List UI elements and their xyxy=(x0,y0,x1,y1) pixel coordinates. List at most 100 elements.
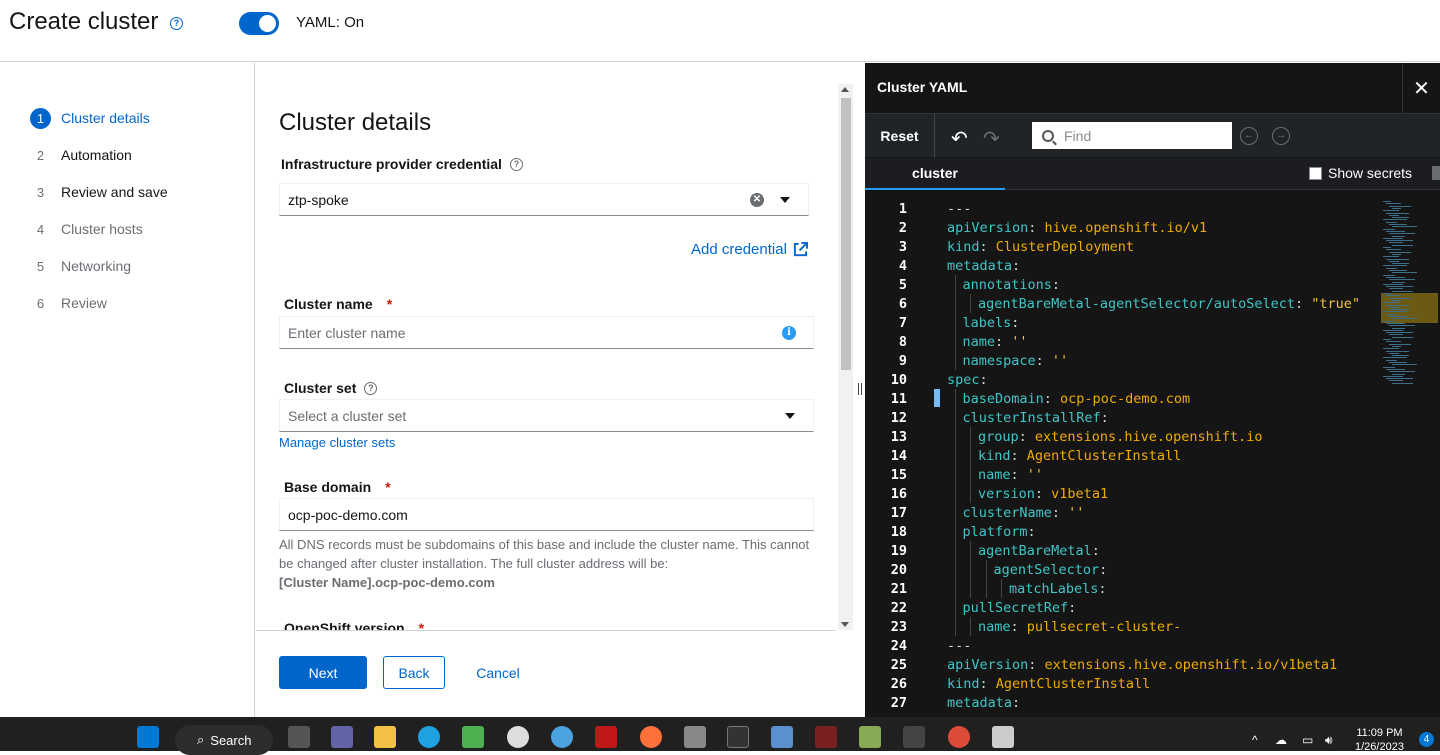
code-line[interactable]: 25 apiVersion: extensions.hive.openshift.… xyxy=(865,655,1375,674)
code-line[interactable]: 14 kind: AgentClusterInstall xyxy=(865,446,1375,465)
code-line[interactable]: 5 annotations: xyxy=(865,275,1375,294)
code-line[interactable]: 20 agentSelector: xyxy=(865,560,1375,579)
wizard-step-review-and-save[interactable]: 3 Review and save xyxy=(30,181,168,203)
code-line[interactable]: 26 kind: AgentClusterInstall xyxy=(865,674,1375,693)
terminal-icon[interactable] xyxy=(727,726,749,748)
help-icon[interactable]: ? xyxy=(170,17,183,30)
add-credential-link[interactable]: Add credential xyxy=(691,241,808,258)
close-button[interactable]: ✕ xyxy=(1402,63,1440,113)
store-icon[interactable] xyxy=(462,726,484,748)
chrome-icon[interactable] xyxy=(948,726,970,748)
vpn-app-icon[interactable] xyxy=(815,726,837,748)
code-line[interactable]: 8 name: '' xyxy=(865,332,1375,351)
code-line[interactable]: 23 name: pullsecret-cluster- xyxy=(865,617,1375,636)
next-button[interactable]: Next xyxy=(279,656,367,689)
find-input[interactable]: Find xyxy=(1032,122,1232,149)
code-line[interactable]: 4 metadata: xyxy=(865,256,1375,275)
task-view-icon[interactable] xyxy=(288,726,310,748)
windows-start-icon[interactable] xyxy=(137,726,159,748)
back-button[interactable]: Back xyxy=(383,656,445,689)
show-secrets-toggle[interactable]: Show secrets xyxy=(1309,165,1412,181)
code-line[interactable]: 27 metadata: xyxy=(865,693,1375,712)
cluster-name-input[interactable]: Enter cluster name i xyxy=(279,316,814,349)
github-icon[interactable] xyxy=(507,726,529,748)
network-app-icon[interactable] xyxy=(684,726,706,748)
code-line[interactable]: 2 apiVersion: hive.openshift.io/v1 xyxy=(865,218,1375,237)
code-line[interactable]: 24 --- xyxy=(865,636,1375,655)
yaml-key: version xyxy=(978,485,1035,502)
code-line[interactable]: 10 spec: xyxy=(865,370,1375,389)
edge-icon[interactable] xyxy=(418,726,440,748)
info-icon[interactable]: i xyxy=(782,326,796,340)
wizard-step-automation[interactable]: 2 Automation xyxy=(30,144,132,166)
yaml-value: v1beta1 xyxy=(1043,485,1109,502)
code-text: name: pullsecret-cluster- xyxy=(923,619,1181,635)
yaml-toggle[interactable] xyxy=(239,12,279,35)
code-line[interactable]: 22 pullSecretRef: xyxy=(865,598,1375,617)
mcafee-icon[interactable] xyxy=(595,726,617,748)
onedrive-icon[interactable]: ☁ xyxy=(1275,733,1287,747)
notepad-icon[interactable] xyxy=(859,726,881,748)
clipboard-app-icon[interactable] xyxy=(992,726,1014,748)
remote-desktop-icon[interactable] xyxy=(771,726,793,748)
taskbar-clock[interactable]: 11:09 PM 1/26/2023 xyxy=(1355,726,1404,754)
panel-splitter[interactable] xyxy=(855,63,865,717)
code-line[interactable]: 7 labels: xyxy=(865,313,1375,332)
find-next-icon[interactable]: → xyxy=(1272,127,1290,145)
line-number: 26 xyxy=(890,675,907,692)
form-scrollbar[interactable] xyxy=(838,84,853,630)
code-line[interactable]: 18 platform: xyxy=(865,522,1375,541)
yaml-code-editor[interactable]: 1 --- 2 apiVersion: hive.openshift.io/v1 3 ki… xyxy=(865,199,1440,717)
tools-icon[interactable] xyxy=(903,726,925,748)
code-line[interactable]: 19 agentBareMetal: xyxy=(865,541,1375,560)
search-icon: ⌕ xyxy=(197,732,205,747)
base-domain-input[interactable]: ocp-poc-demo.com xyxy=(279,498,814,531)
undo-icon[interactable]: ↶ xyxy=(951,126,968,151)
code-line[interactable]: 12 clusterInstallRef: xyxy=(865,408,1375,427)
code-line[interactable]: 21 matchLabels: xyxy=(865,579,1375,598)
code-text: agentSelector: xyxy=(923,562,1108,578)
scroll-down-arrow[interactable] xyxy=(841,622,849,627)
code-minimap[interactable] xyxy=(1380,199,1440,399)
help-icon[interactable]: ? xyxy=(509,157,523,171)
tab-cluster[interactable]: cluster xyxy=(865,158,1005,190)
show-secrets-checkbox[interactable] xyxy=(1309,166,1322,180)
find-previous-icon[interactable]: ← xyxy=(1240,127,1258,145)
app-icon[interactable] xyxy=(551,726,573,748)
network-icon[interactable]: ▭ xyxy=(1302,733,1313,747)
help-icon[interactable]: ? xyxy=(364,381,378,395)
code-line[interactable]: 13 group: extensions.hive.openshift.io xyxy=(865,427,1375,446)
code-line[interactable]: 16 version: v1beta1 xyxy=(865,484,1375,503)
code-line[interactable]: 6 agentBareMetal-agentSelector/autoSelect… xyxy=(865,294,1375,313)
volume-icon[interactable]: 🔊︎ xyxy=(1325,733,1333,748)
file-explorer-icon[interactable] xyxy=(374,726,396,748)
scroll-thumb[interactable] xyxy=(841,98,851,370)
reset-button[interactable]: Reset xyxy=(865,114,935,158)
code-line[interactable]: 3 kind: ClusterDeployment xyxy=(865,237,1375,256)
teams-icon[interactable] xyxy=(331,726,353,748)
code-line[interactable]: 15 name: '' xyxy=(865,465,1375,484)
chevron-down-icon[interactable] xyxy=(785,413,795,419)
drag-handle[interactable] xyxy=(858,383,862,395)
cancel-button[interactable]: Cancel xyxy=(463,656,533,689)
code-line[interactable]: 17 clusterName: '' xyxy=(865,503,1375,522)
step-label: Review and save xyxy=(61,184,168,200)
code-line[interactable]: 11 baseDomain: ocp-poc-demo.com xyxy=(865,389,1375,408)
notification-badge[interactable]: 4 xyxy=(1419,732,1434,747)
copy-icon[interactable] xyxy=(1432,166,1440,180)
code-line[interactable]: 1 --- xyxy=(865,199,1375,218)
firefox-icon[interactable] xyxy=(640,726,662,748)
manage-cluster-sets-link[interactable]: Manage cluster sets xyxy=(279,435,395,450)
code-line[interactable]: 9 namespace: '' xyxy=(865,351,1375,370)
wizard-step-cluster-details[interactable]: 1 Cluster details xyxy=(30,107,150,129)
clear-icon[interactable]: ✕ xyxy=(750,193,764,207)
scroll-up-arrow[interactable] xyxy=(841,87,849,92)
cluster-set-label-text: Cluster set xyxy=(284,380,357,396)
yaml-colon: : xyxy=(1034,485,1044,502)
redo-icon[interactable]: ↷ xyxy=(983,126,1000,151)
credential-select[interactable]: ztp-spoke ✕ xyxy=(279,183,809,216)
chevron-down-icon[interactable] xyxy=(780,197,790,203)
step-number: 5 xyxy=(36,258,45,274)
tray-expand-icon[interactable]: ^ xyxy=(1252,733,1258,747)
cluster-set-select[interactable]: Select a cluster set xyxy=(279,399,814,432)
